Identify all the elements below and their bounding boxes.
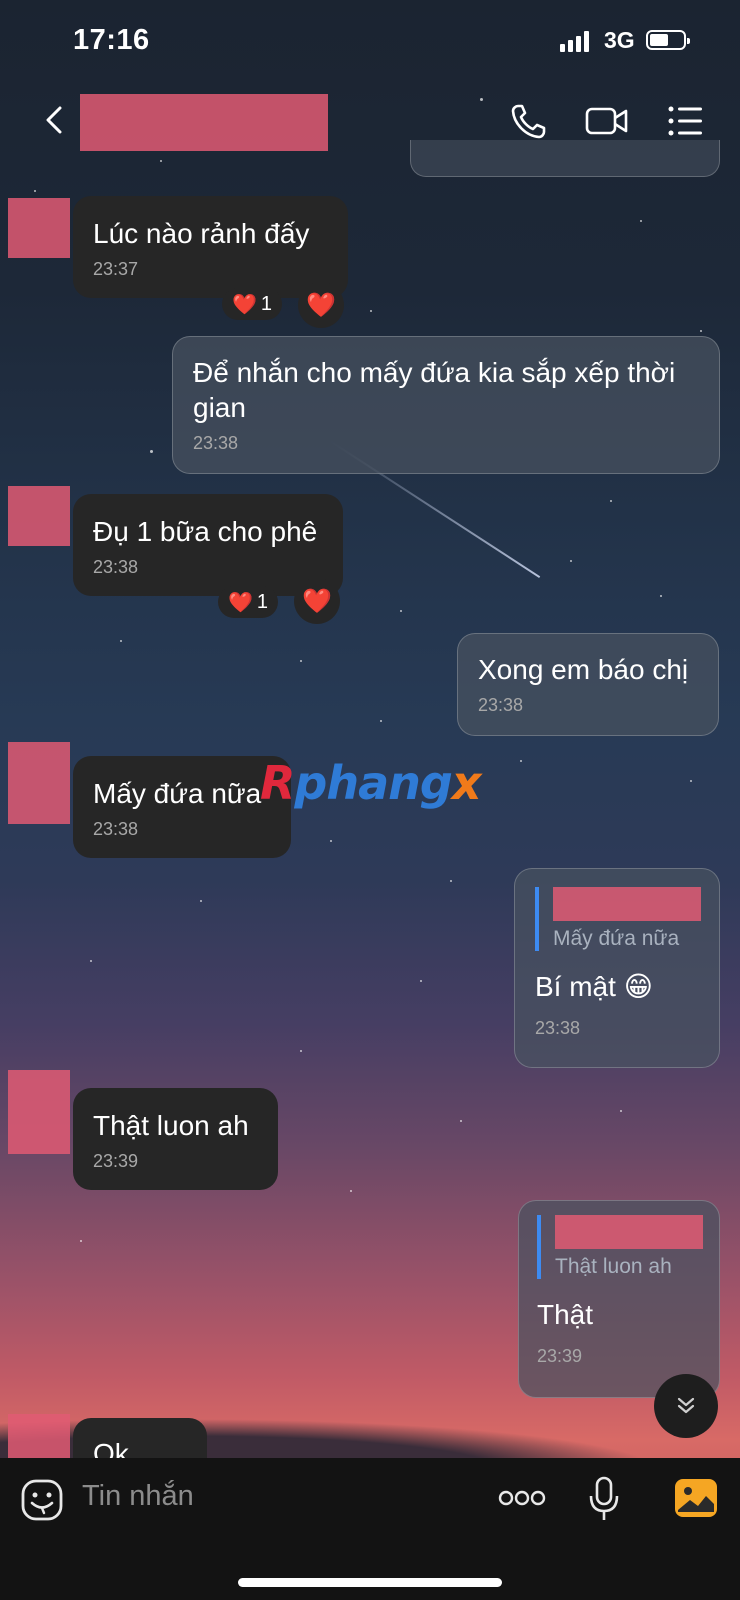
message-time: 23:39 — [537, 1346, 583, 1366]
reply-quote[interactable]: Mấy đứa nữa — [535, 887, 701, 951]
avatar-redacted[interactable] — [8, 1070, 70, 1154]
message-text: Thật — [537, 1299, 594, 1330]
heart-icon: ❤️ — [232, 293, 257, 316]
message-bubble-incoming[interactable]: Thật luon ah 23:39 — [73, 1088, 278, 1190]
message-time: 23:38 — [193, 433, 239, 453]
message-bubble-incoming[interactable]: Mấy đứa nữa 23:38 — [73, 756, 291, 858]
heart-reaction-button[interactable]: ❤️ — [298, 282, 344, 328]
image-gallery-icon[interactable] — [674, 1478, 718, 1518]
message-input-bar: Tin nhắn — [0, 1458, 740, 1600]
status-bar: 17:16 3G — [0, 0, 740, 80]
message-text: Để nhắn cho mấy đứa kia sắp xếp thời gia… — [193, 357, 676, 423]
message-time: 23:38 — [93, 819, 139, 839]
status-time: 17:16 — [73, 24, 150, 56]
contact-name-redacted[interactable] — [80, 94, 328, 151]
double-chevron-down-icon — [677, 1397, 695, 1414]
message-bubble-outgoing[interactable]: Để nhắn cho mấy đứa kia sắp xếp thời gia… — [172, 336, 720, 474]
message-time: 23:38 — [93, 557, 139, 577]
back-chevron-icon[interactable] — [38, 102, 74, 138]
scroll-to-bottom-button[interactable] — [654, 1374, 718, 1438]
quoted-sender-redacted — [553, 887, 701, 921]
heart-icon: ❤️ — [306, 291, 336, 319]
battery-icon — [646, 30, 690, 50]
message-input[interactable]: Tin nhắn — [82, 1480, 194, 1513]
message-text: Lúc nào rảnh đấy — [93, 218, 310, 249]
network-type: 3G — [604, 27, 635, 53]
message-text: Ok — [93, 1438, 129, 1458]
message-text: Bí mật 😁 — [535, 971, 653, 1002]
quoted-text: Thật luon ah — [555, 1255, 672, 1278]
reaction-count: 1 — [256, 590, 269, 613]
quoted-text: Mấy đứa nữa — [553, 927, 680, 950]
microphone-icon[interactable] — [588, 1476, 620, 1522]
message-bubble-outgoing-reply[interactable]: Mấy đứa nữa Bí mật 😁 23:38 — [514, 868, 720, 1068]
emoji-sticker-icon[interactable] — [20, 1478, 64, 1522]
reaction-summary[interactable]: ❤️ 1 — [218, 586, 279, 618]
message-text: Xong em báo chị — [478, 654, 689, 685]
previous-message-bubble-partial — [410, 140, 720, 177]
heart-reaction-button[interactable]: ❤️ — [294, 578, 340, 624]
message-time: 23:38 — [535, 1018, 581, 1038]
message-time: 23:39 — [93, 1151, 139, 1171]
avatar-redacted[interactable] — [8, 198, 70, 258]
list-menu-icon[interactable] — [664, 98, 710, 144]
message-text: Thật luon ah — [93, 1110, 249, 1141]
message-text: Đụ 1 bữa cho phê — [93, 516, 318, 547]
watermark-logo: Rphangx — [260, 756, 481, 810]
message-text: Mấy đứa nữa — [93, 778, 262, 809]
message-bubble-incoming[interactable]: Lúc nào rảnh đấy 23:37 — [73, 196, 348, 298]
more-dots-icon[interactable] — [498, 1486, 546, 1510]
heart-icon: ❤️ — [302, 587, 332, 615]
phone-icon[interactable] — [506, 98, 552, 144]
reaction-count: 1 — [260, 292, 273, 315]
quoted-sender-redacted — [555, 1215, 703, 1249]
heart-icon: ❤️ — [228, 591, 253, 614]
message-bubble-incoming[interactable]: Đụ 1 bữa cho phê 23:38 — [73, 494, 343, 596]
message-bubble-incoming[interactable]: Ok — [73, 1418, 207, 1458]
avatar-redacted[interactable] — [8, 1414, 70, 1458]
home-indicator — [238, 1578, 502, 1587]
avatar-redacted[interactable] — [8, 486, 70, 546]
video-camera-icon[interactable] — [584, 98, 630, 144]
reaction-summary[interactable]: ❤️ 1 — [222, 288, 283, 320]
reply-quote[interactable]: Thật luon ah — [537, 1215, 703, 1279]
avatar-redacted[interactable] — [8, 742, 70, 824]
message-time: 23:38 — [478, 695, 524, 715]
signal-strength-icon — [560, 30, 589, 52]
message-bubble-outgoing-reply[interactable]: Thật luon ah Thật 23:39 — [518, 1200, 720, 1398]
message-time: 23:37 — [93, 259, 139, 279]
message-bubble-outgoing[interactable]: Xong em báo chị 23:38 — [457, 633, 719, 736]
